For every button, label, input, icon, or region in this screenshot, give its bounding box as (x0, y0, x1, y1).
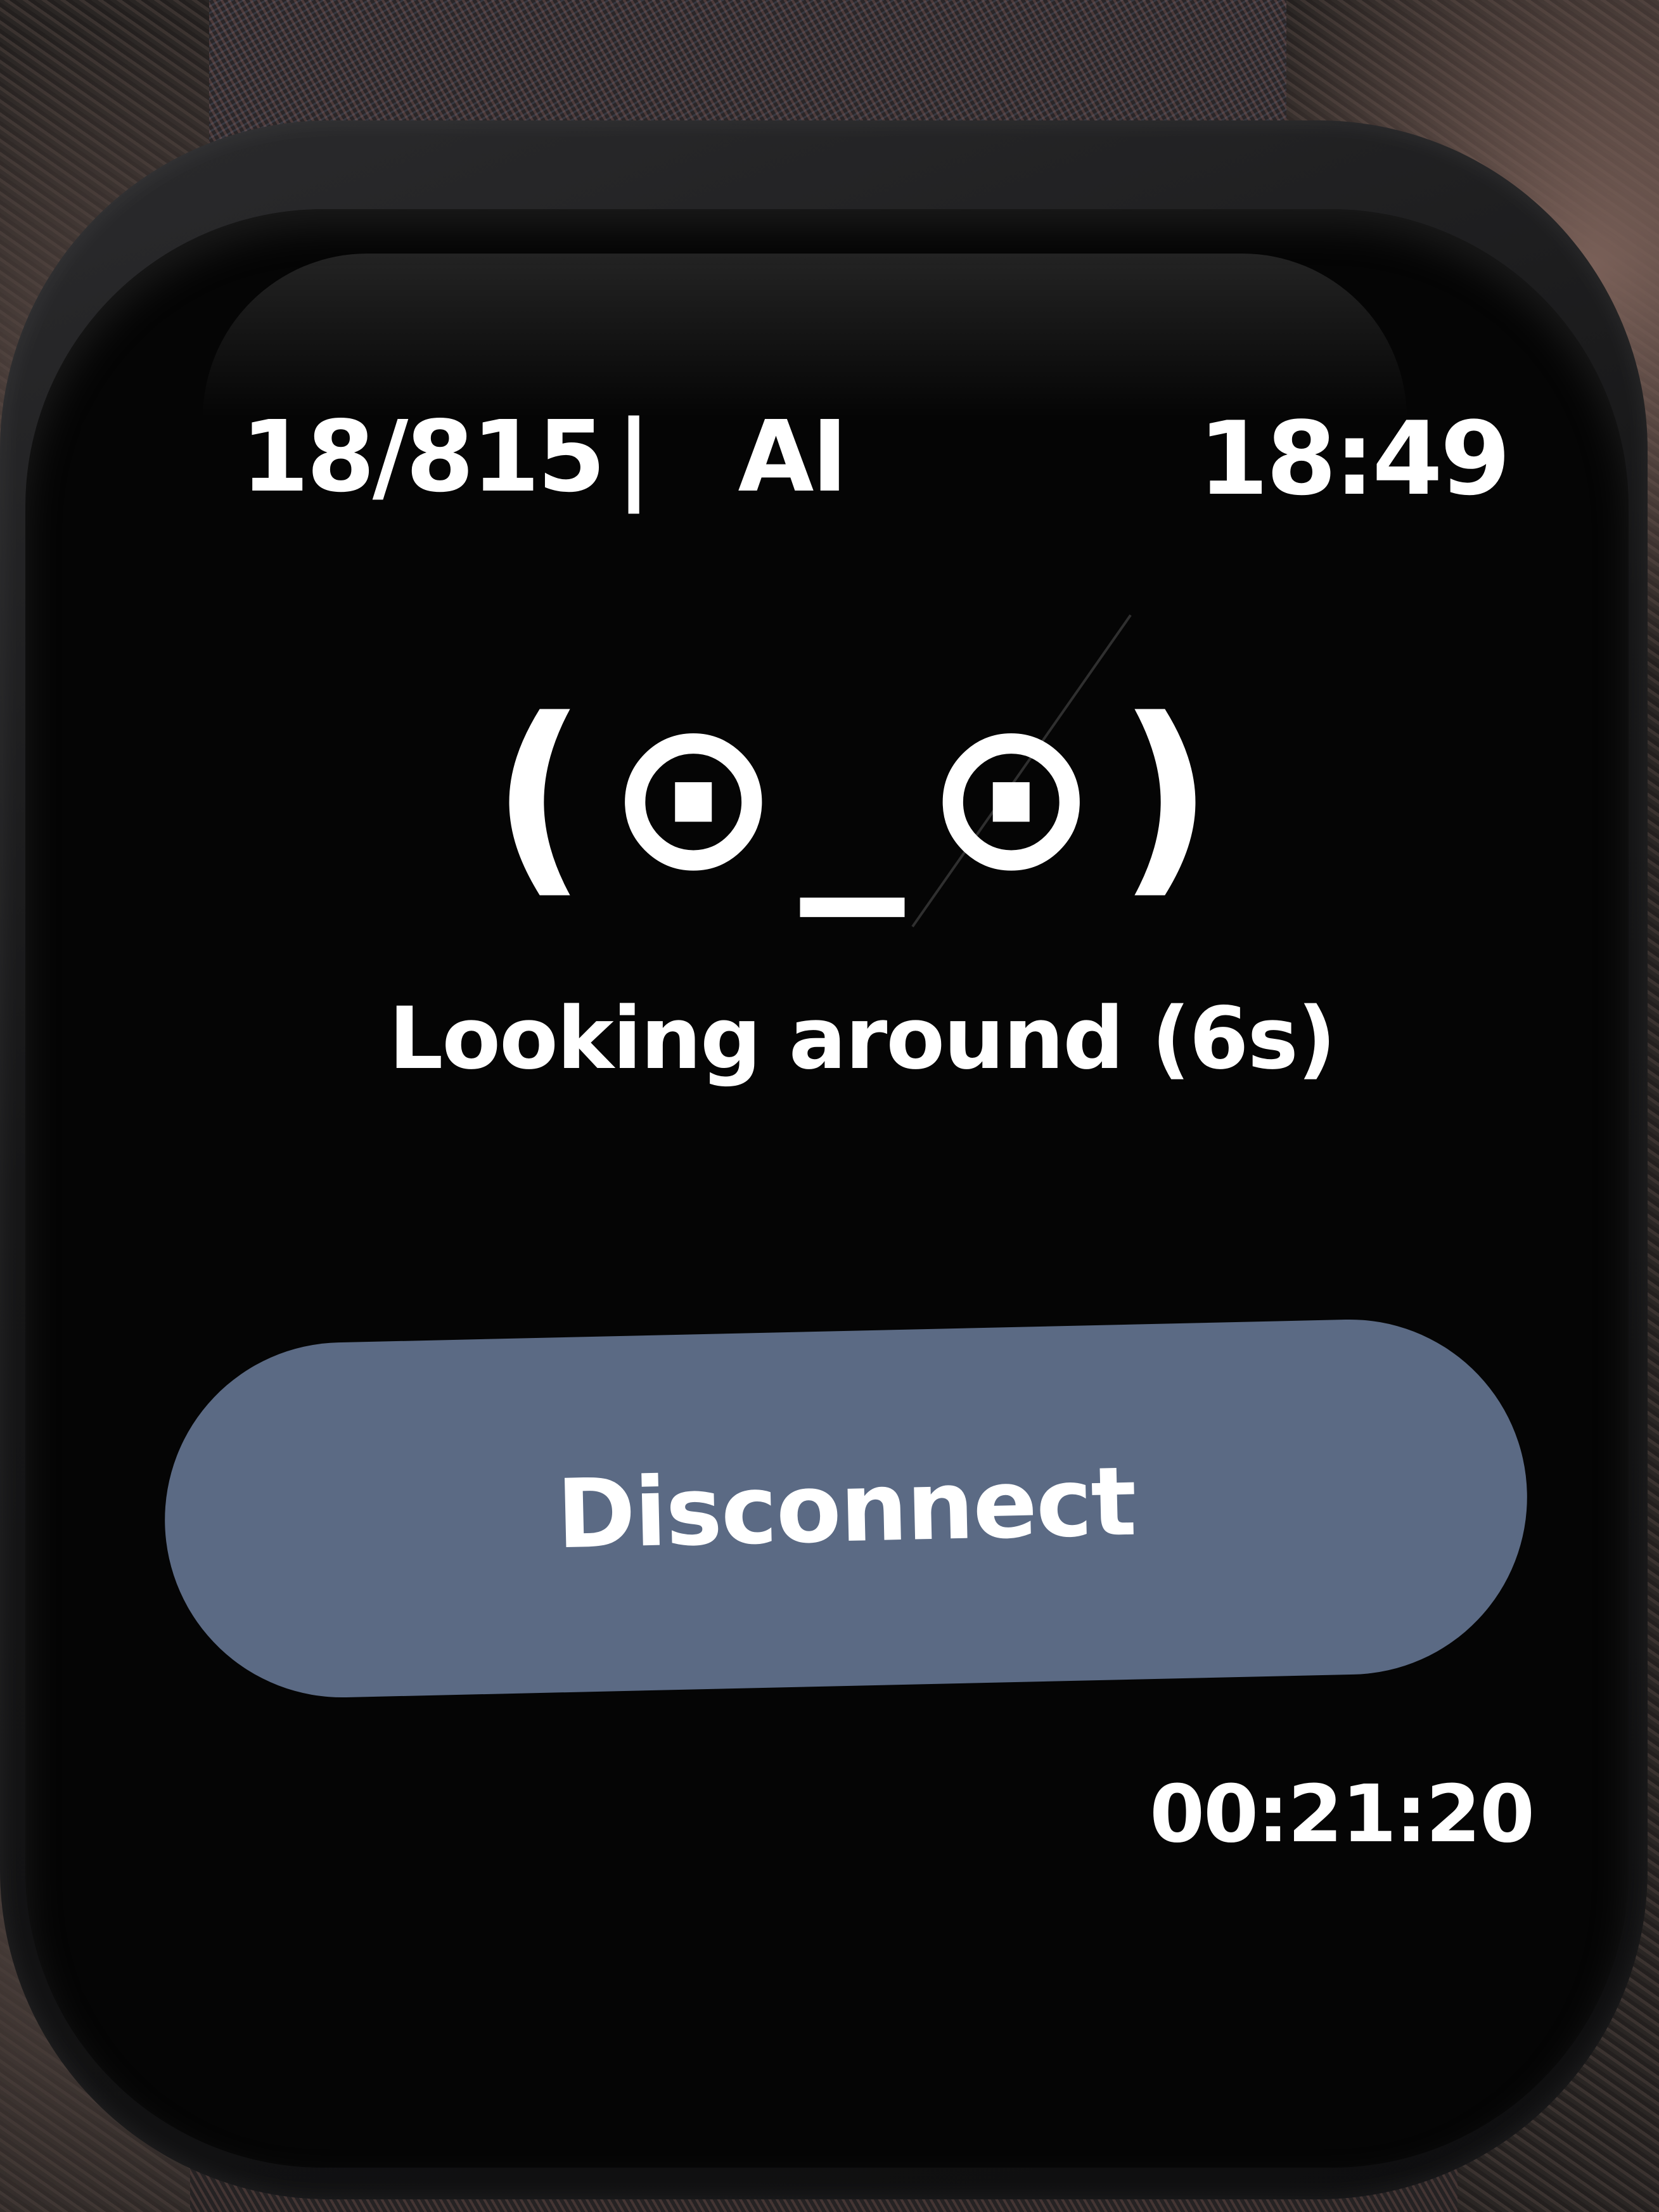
status-bar: 18/815 | AI 18:49 (241, 399, 1511, 526)
status-separator: | (615, 399, 652, 514)
progress-counter: 18/815 (241, 399, 606, 514)
clock-time: 18:49 (1198, 399, 1511, 518)
app-screen: 18/815 | AI 18:49 (⊙_⊙) Looking around (6s… (160, 355, 1546, 2003)
disconnect-button[interactable]: Disconnect (160, 1315, 1532, 1702)
face-status-text: Looking around (6s) (388, 989, 1336, 1088)
elapsed-timer: 00:21:20 (1150, 1768, 1535, 1860)
face-expression: (⊙_⊙) (491, 674, 1233, 917)
mode-label: AI (738, 399, 848, 514)
status-left: 18/815 | AI (241, 399, 848, 514)
